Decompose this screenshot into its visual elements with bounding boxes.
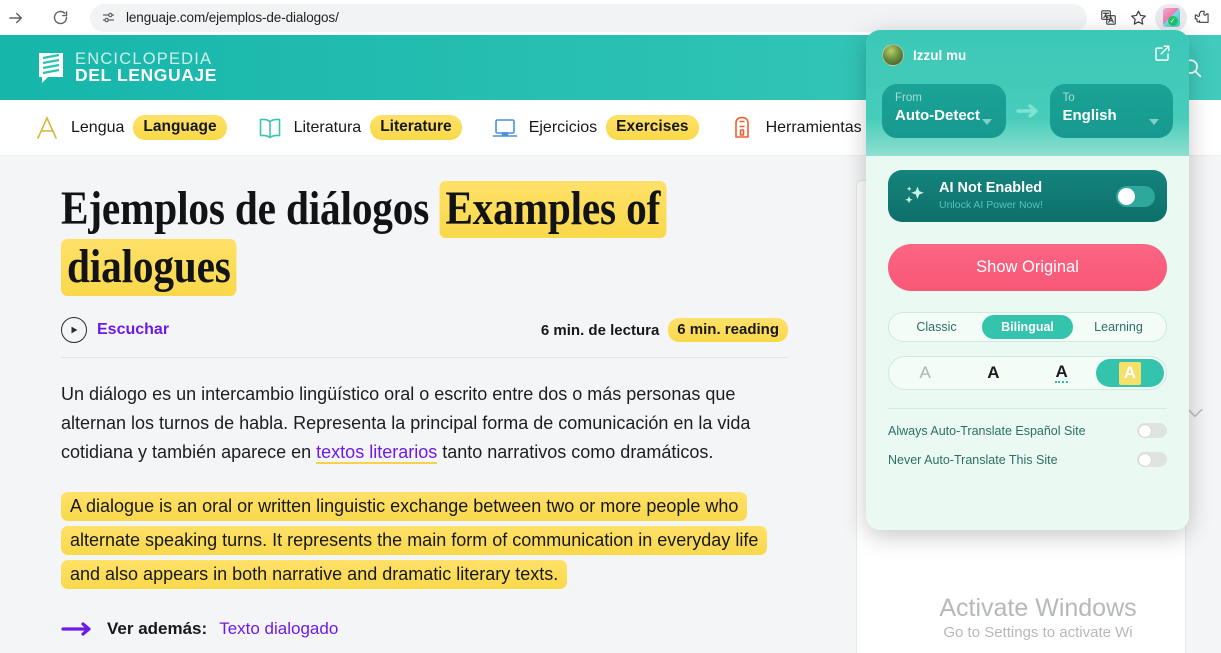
nav-label-es: Literatura <box>294 119 362 137</box>
reading-time-es: 6 min. de lectura <box>541 322 659 339</box>
paragraph-translated-text: A dialogue is an oral or written linguis… <box>61 492 767 589</box>
option-always-auto-translate[interactable]: Always Auto-Translate Español Site <box>888 423 1167 438</box>
letter-a-icon <box>32 113 62 143</box>
arrow-right-icon <box>1015 102 1041 120</box>
address-bar[interactable]: lenguaje.com/ejemplos-de-dialogos/ <box>90 4 1087 32</box>
mode-tab-bilingual[interactable]: Bilingual <box>982 315 1073 339</box>
logo-line-2: DEL LENGUAJE <box>75 67 217 85</box>
see-also-label: Ver además: <box>107 619 207 639</box>
style-letter: A <box>919 363 930 383</box>
nav-label-es: Lengua <box>71 119 124 137</box>
reading-time-en: 6 min. reading <box>668 318 788 342</box>
see-also: Ver además: Texto dialogado <box>61 619 788 639</box>
style-option-underline[interactable]: A <box>1028 359 1096 387</box>
ai-banner[interactable]: AI Not Enabled Unlock AI Power Now! <box>888 170 1167 222</box>
listen-label: Escuchar <box>97 321 169 339</box>
user-name: Izzul mu <box>913 48 966 63</box>
translate-popup: Izzul mu From Auto-Detect To E <box>866 30 1189 530</box>
sparkle-icon <box>902 183 928 209</box>
forward-button[interactable] <box>2 4 30 32</box>
option-label: Never Auto-Translate This Site <box>888 453 1058 467</box>
book-logo-icon <box>36 51 66 85</box>
popup-header: Izzul mu From Auto-Detect To E <box>866 30 1189 156</box>
popup-user-row: Izzul mu <box>882 44 1173 66</box>
chevron-down-icon <box>982 119 992 125</box>
source-language-select[interactable]: From Auto-Detect <box>882 84 1006 138</box>
popup-body: Show Original Classic Bilingual Learning… <box>866 222 1189 530</box>
inline-link-textos-literarios[interactable]: textos literarios <box>316 442 437 464</box>
style-letter: A <box>1119 362 1141 385</box>
listen-button[interactable]: Escuchar <box>61 317 169 343</box>
divider <box>888 408 1167 409</box>
nav-item-literatura[interactable]: Literatura Literature <box>255 113 462 143</box>
ai-banner-subtitle: Unlock AI Power Now! <box>939 198 1105 212</box>
reload-button[interactable] <box>46 4 74 32</box>
open-book-icon <box>255 113 285 143</box>
play-icon <box>61 317 87 343</box>
url-text: lenguaje.com/ejemplos-de-dialogos/ <box>126 10 339 25</box>
nav-label-en: Language <box>133 115 226 140</box>
option-toggle[interactable] <box>1137 452 1167 467</box>
nav-item-lengua[interactable]: Lengua Language <box>32 113 227 143</box>
site-settings-icon[interactable] <box>98 8 118 28</box>
avatar[interactable] <box>882 44 904 66</box>
bookmark-star-icon[interactable] <box>1123 4 1153 32</box>
ai-banner-title: AI Not Enabled <box>939 180 1105 197</box>
laptop-icon <box>490 113 520 143</box>
style-option-bold[interactable]: A <box>959 359 1027 387</box>
see-also-link[interactable]: Texto dialogado <box>219 619 338 639</box>
mode-tab-learning[interactable]: Learning <box>1073 315 1164 339</box>
reading-time: 6 min. de lectura 6 min. reading <box>541 318 788 342</box>
ai-toggle[interactable] <box>1116 186 1155 207</box>
language-selectors: From Auto-Detect To English <box>882 84 1173 138</box>
source-language-value: Auto-Detect <box>895 106 993 126</box>
style-option-faded[interactable]: A <box>891 359 959 387</box>
target-language-value: English <box>1063 106 1161 126</box>
page-title-es: Ejemplos de diálogos <box>61 182 429 235</box>
show-original-button[interactable]: Show Original <box>888 244 1167 291</box>
translate-extension-button[interactable]: ✓ <box>1155 4 1187 32</box>
extensions-puzzle-icon[interactable] <box>1187 4 1217 32</box>
nav-label-es: Herramientas <box>766 119 862 137</box>
option-label: Always Auto-Translate Español Site <box>888 424 1086 438</box>
page-title: Ejemplos de diálogos Examples of dialogu… <box>61 180 786 295</box>
nav-label-en: Exercises <box>606 115 698 140</box>
paragraph-translated: A dialogue is an oral or written linguis… <box>61 489 788 591</box>
arrow-right-icon <box>61 621 95 637</box>
article: Ejemplos de diálogos Examples of dialogu… <box>0 156 848 653</box>
check-badge-icon: ✓ <box>1168 16 1178 26</box>
style-letter: A <box>1055 363 1067 383</box>
paragraph-source: Un diálogo es un intercambio lingüístico… <box>61 380 788 467</box>
paragraph-source-part2: tanto narrativos como dramáticos. <box>437 442 713 462</box>
translate-icon[interactable] <box>1093 4 1123 32</box>
style-letter: A <box>987 363 999 383</box>
nav-label-es: Ejercicios <box>529 119 597 137</box>
backpack-icon <box>727 113 757 143</box>
logo-text: ENCICLOPEDIA DEL LENGUAJE <box>75 51 217 85</box>
site-logo[interactable]: ENCICLOPEDIA DEL LENGUAJE <box>36 51 217 85</box>
nav-label-en: Literature <box>370 115 462 140</box>
toolbar-icons: ✓ <box>1093 4 1221 32</box>
nav-item-ejercicios[interactable]: Ejercicios Exercises <box>490 113 699 143</box>
target-language-label: To <box>1063 91 1161 105</box>
article-meta: Escuchar 6 min. de lectura 6 min. readin… <box>61 317 788 358</box>
mode-selector: Classic Bilingual Learning <box>888 312 1167 342</box>
style-option-highlight[interactable]: A <box>1096 359 1164 387</box>
option-toggle[interactable] <box>1137 423 1167 438</box>
ai-banner-text: AI Not Enabled Unlock AI Power Now! <box>939 180 1105 212</box>
source-language-label: From <box>895 91 993 105</box>
option-never-auto-translate[interactable]: Never Auto-Translate This Site <box>888 452 1167 467</box>
extension-icon: ✓ <box>1163 8 1180 27</box>
chevron-down-icon <box>1149 119 1159 125</box>
share-icon[interactable] <box>1153 44 1171 67</box>
style-selector: A A A A <box>888 356 1167 390</box>
target-language-select[interactable]: To English <box>1050 84 1174 138</box>
mode-tab-classic[interactable]: Classic <box>891 315 982 339</box>
